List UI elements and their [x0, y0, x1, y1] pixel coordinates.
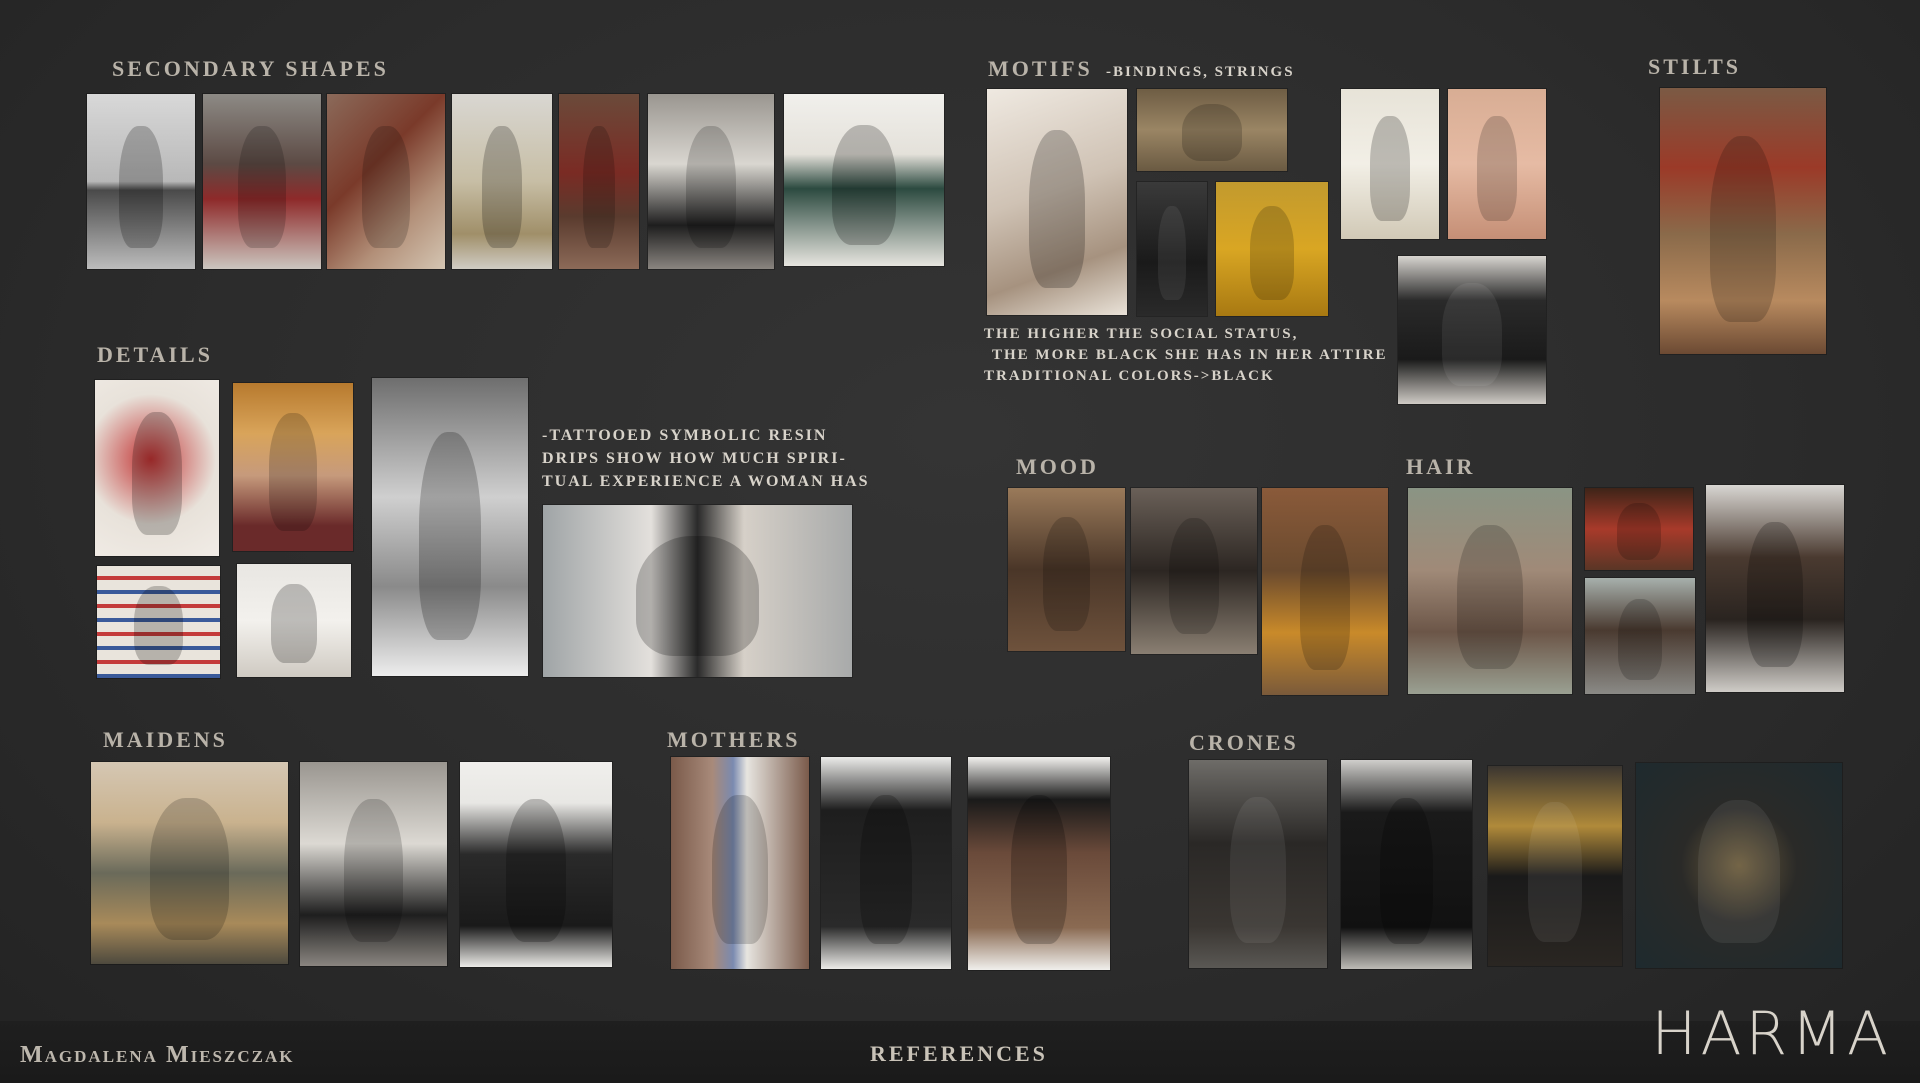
motifs-note-line-2: THE MORE BLACK SHE HAS IN HER ATTIRE	[992, 347, 1388, 363]
stilts-photo	[1660, 88, 1826, 354]
details-note-line-2: DRIPS SHOW HOW MUCH SPIRI-	[542, 450, 847, 467]
mood-photo-2	[1131, 488, 1257, 654]
crones-heading: CRONES	[1189, 730, 1299, 755]
hair-photo-2	[1585, 488, 1693, 570]
secondary-shapes-heading: SECONDARY SHAPES	[112, 56, 389, 81]
secondary-shape-photo-4	[452, 94, 552, 269]
motifs-note-line-3: TRADITIONAL COLORS->BLACK	[984, 368, 1275, 384]
mothers-photo-brown-pants	[968, 757, 1110, 970]
details-note-line-3: TUAL EXPERIENCE A WOMAN HAS	[542, 473, 870, 490]
secondary-shape-photo-6	[648, 94, 774, 269]
secondary-shape-photo-2	[203, 94, 321, 269]
motifs-heading: MOTIFS	[988, 56, 1093, 81]
motifs-note-line-1: THE HIGHER THE SOCIAL STATUS,	[984, 326, 1299, 342]
motif-photo-sculpture	[987, 89, 1127, 315]
crones-photo-4	[1636, 763, 1842, 968]
motif-photo-collar	[1137, 89, 1287, 171]
mothers-heading: MOTHERS	[667, 727, 801, 752]
details-photo-headdress-portrait	[233, 383, 353, 551]
details-note-line-1: -TATTOOED SYMBOLIC RESIN	[542, 427, 828, 444]
references-title: REFERENCES	[870, 1041, 1048, 1066]
stilts-heading: STILTS	[1648, 54, 1742, 79]
motif-photo-yellow-top	[1216, 182, 1328, 316]
motifs-subheading: -BINDINGS, STRINGS	[1106, 64, 1295, 80]
mood-photo-3-painting	[1262, 488, 1388, 695]
secondary-shape-photo-3	[327, 94, 445, 269]
details-photo-lips-render	[372, 378, 528, 676]
motif-photo-sheer-black	[1398, 256, 1546, 404]
mothers-photo-black-pants	[821, 757, 951, 969]
mothers-photo-nurse	[671, 757, 809, 969]
maidens-photo-3	[460, 762, 612, 967]
details-photo-resin-sculpture	[237, 564, 351, 677]
details-photo-cross-stitch	[97, 566, 220, 678]
crones-photo-2	[1341, 760, 1472, 969]
hair-photo-4	[1706, 485, 1844, 692]
mood-heading: MOOD	[1016, 454, 1099, 479]
author-name: Magdalena Mieszczak	[20, 1042, 295, 1068]
secondary-shape-photo-1	[87, 94, 195, 269]
details-photo-face-resin-drips	[543, 505, 852, 677]
secondary-shape-photo-7	[784, 94, 944, 266]
motif-photo-white-halter	[1341, 89, 1439, 239]
motif-photo-nude-dress	[1448, 89, 1546, 239]
hair-photo-3	[1585, 578, 1695, 694]
mood-photo-1	[1008, 488, 1125, 651]
harma-logo: HARMA	[1651, 999, 1892, 1069]
maidens-heading: MAIDENS	[103, 727, 228, 752]
hair-heading: HAIR	[1406, 454, 1476, 479]
crones-photo-1	[1189, 760, 1327, 968]
crones-photo-3	[1488, 766, 1622, 966]
secondary-shape-photo-5	[559, 94, 639, 269]
details-photo-embroidery-red	[95, 380, 219, 556]
maidens-photo-2	[300, 762, 447, 966]
hair-photo-1	[1408, 488, 1572, 694]
maidens-photo-1	[91, 762, 288, 964]
details-heading: DETAILS	[97, 342, 213, 367]
motif-photo-black-dress	[1137, 182, 1207, 316]
